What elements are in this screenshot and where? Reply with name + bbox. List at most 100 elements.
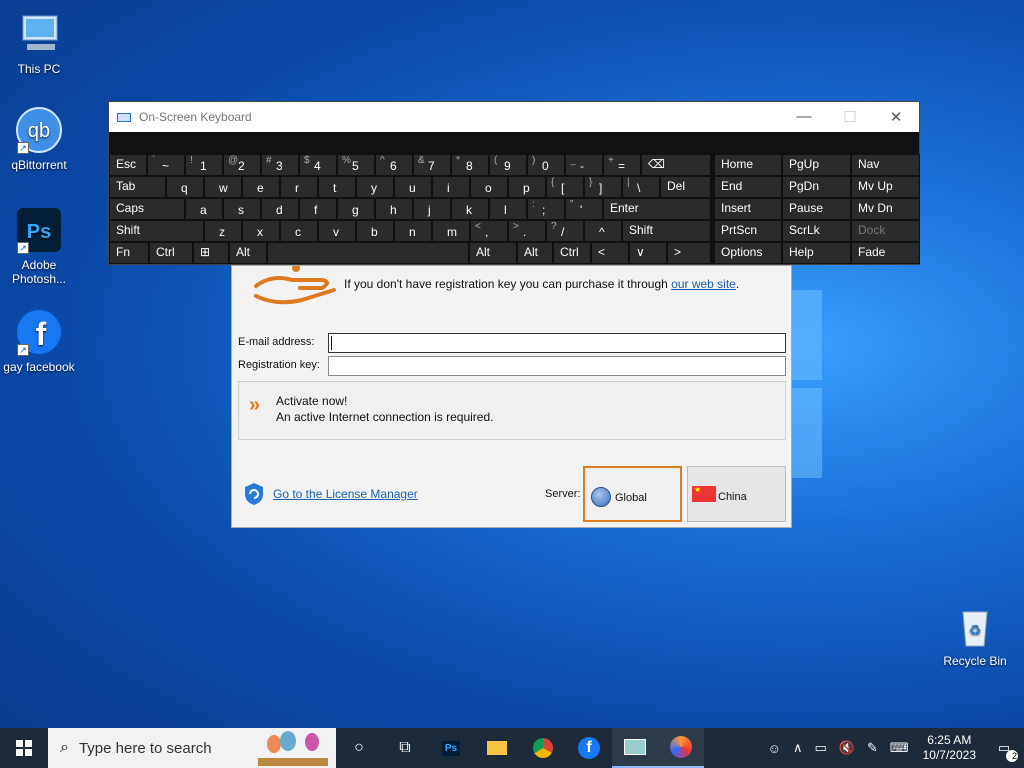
taskbar-facebook-icon[interactable]: f (566, 728, 612, 768)
key[interactable]: u (394, 176, 432, 198)
key[interactable]: 6 ^ (375, 154, 413, 176)
key[interactable]: g (337, 198, 375, 220)
desktop-icon-this-pc[interactable]: This PC (0, 10, 78, 76)
key[interactable]: q (166, 176, 204, 198)
notification-center-button[interactable]: ▭ 2 (984, 740, 1024, 762)
key[interactable]: f (299, 198, 337, 220)
server-china-button[interactable]: China (687, 466, 786, 522)
key[interactable]: ~ ` (147, 154, 185, 176)
taskbar-photoshop-icon[interactable]: Ps (428, 728, 474, 768)
volume-muted-icon[interactable]: 🔇 (833, 740, 861, 756)
nav-key[interactable]: PgDn (782, 176, 851, 198)
clock[interactable]: 6:25 AM 10/7/2023 (915, 733, 984, 763)
key[interactable]: 8 * (451, 154, 489, 176)
key[interactable]: Enter (603, 198, 711, 220)
task-view-icon[interactable]: ⧉ (382, 728, 428, 768)
desktop-icon-photoshop[interactable]: Ps ↗ Adobe Photosh... (0, 206, 78, 286)
nav-key[interactable]: Dock (851, 220, 920, 242)
key[interactable]: > (667, 242, 711, 264)
key[interactable]: /? (546, 220, 584, 242)
key[interactable]: Caps (109, 198, 185, 220)
desktop-icon-qbittorrent[interactable]: qb ↗ qBittorrent (0, 106, 78, 172)
key[interactable]: . > (508, 220, 546, 242)
key[interactable]: h (375, 198, 413, 220)
key[interactable]: ;: (527, 198, 565, 220)
nav-key[interactable]: Options (714, 242, 782, 264)
key[interactable]: ' " (565, 198, 603, 220)
pen-icon[interactable]: ✎ (861, 740, 884, 756)
key[interactable]: ^ (584, 220, 622, 242)
key[interactable]: k (451, 198, 489, 220)
key[interactable]: m (432, 220, 470, 242)
key[interactable]: ∨ (629, 242, 667, 264)
nav-key[interactable]: Fade (851, 242, 920, 264)
cortana-icon[interactable]: ○ (336, 728, 382, 768)
desktop-icon-facebook[interactable]: f ↗ gay facebook (0, 308, 78, 374)
key[interactable]: d (261, 198, 299, 220)
key[interactable]: n (394, 220, 432, 242)
license-manager-link[interactable]: Go to the License Manager (273, 487, 418, 501)
key[interactable]: , < (470, 220, 508, 242)
spacebar-key[interactable] (267, 242, 469, 264)
registration-key-field[interactable] (328, 356, 786, 376)
key[interactable]: p (508, 176, 546, 198)
key[interactable]: - _ (565, 154, 603, 176)
nav-key[interactable]: Pause (782, 198, 851, 220)
key[interactable]: x (242, 220, 280, 242)
key[interactable]: Alt (229, 242, 267, 264)
nav-key[interactable]: PrtScn (714, 220, 782, 242)
key[interactable]: 9( (489, 154, 527, 176)
nav-key[interactable]: Mv Dn (851, 198, 920, 220)
key[interactable]: Fn (109, 242, 149, 264)
server-global-button[interactable]: Global (583, 466, 682, 522)
key[interactable]: 4 $ (299, 154, 337, 176)
key[interactable]: 5% (337, 154, 375, 176)
key[interactable]: 0) (527, 154, 565, 176)
nav-key[interactable]: Mv Up (851, 176, 920, 198)
key[interactable]: Alt (517, 242, 553, 264)
key[interactable]: a (185, 198, 223, 220)
nav-key[interactable]: End (714, 176, 782, 198)
chevron-up-icon[interactable]: ∧ (787, 740, 809, 756)
key[interactable]: Shift (109, 220, 204, 242)
key[interactable]: Shift (622, 220, 711, 242)
key[interactable]: y (356, 176, 394, 198)
network-icon[interactable]: ▭ (808, 740, 832, 756)
maximize-button[interactable]: ☐ (827, 108, 873, 126)
key[interactable]: 1! (185, 154, 223, 176)
people-icon[interactable]: ☺ (762, 741, 787, 756)
nav-key[interactable]: PgUp (782, 154, 851, 176)
key[interactable]: w (204, 176, 242, 198)
nav-key[interactable]: Nav (851, 154, 920, 176)
close-button[interactable]: ✕ (873, 108, 919, 126)
chrome-icon[interactable] (520, 728, 566, 768)
nav-key[interactable]: ScrLk (782, 220, 851, 242)
taskbar-search-box[interactable]: ⌕ Type here to search (48, 728, 336, 768)
key[interactable]: r (280, 176, 318, 198)
key[interactable]: ]} (584, 176, 622, 198)
activate-now-button[interactable]: » Activate now! An active Internet conne… (238, 381, 786, 440)
key[interactable]: Ctrl (149, 242, 193, 264)
key[interactable]: i (432, 176, 470, 198)
key[interactable]: Del (660, 176, 711, 198)
key[interactable]: 7 & (413, 154, 451, 176)
email-field[interactable] (328, 333, 786, 353)
remote-desktop-icon[interactable] (612, 728, 658, 768)
key[interactable]: Tab (109, 176, 166, 198)
nav-key[interactable]: Home (714, 154, 782, 176)
key[interactable]: = + (603, 154, 641, 176)
key[interactable]: ⊞ (193, 242, 229, 264)
nav-key[interactable]: Help (782, 242, 851, 264)
key[interactable]: 3 # (261, 154, 299, 176)
key[interactable]: Ctrl (553, 242, 591, 264)
key[interactable]: < (591, 242, 629, 264)
key[interactable]: v (318, 220, 356, 242)
media-player-icon[interactable] (658, 728, 704, 768)
start-button[interactable] (0, 728, 48, 768)
key[interactable]: j (413, 198, 451, 220)
key[interactable]: o (470, 176, 508, 198)
file-explorer-icon[interactable] (474, 728, 520, 768)
key[interactable]: Esc (109, 154, 147, 176)
key[interactable]: c (280, 220, 318, 242)
nav-key[interactable]: Insert (714, 198, 782, 220)
